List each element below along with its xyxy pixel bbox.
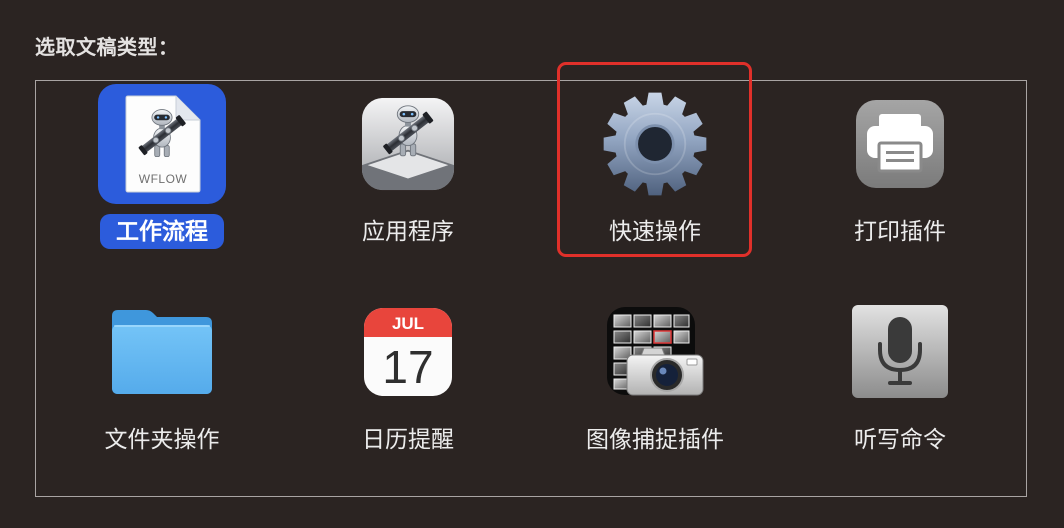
document-type-print-plugin[interactable]: 打印插件	[800, 84, 1000, 254]
workflow-document-icon[interactable]: WFLOW	[98, 84, 226, 204]
document-type-application[interactable]: 应用程序	[308, 84, 508, 254]
workflow-document-graphic: WFLOW	[125, 95, 201, 193]
document-type-quick-action[interactable]: 快速操作	[555, 84, 755, 254]
image-capture-camera-icon[interactable]	[591, 292, 719, 412]
folder-graphic	[112, 310, 212, 394]
automator-app-graphic	[361, 97, 455, 191]
calendar-graphic: JUL 17	[364, 308, 452, 396]
document-type-label-dictation-command[interactable]: 听写命令	[838, 422, 962, 457]
document-type-label-print-plugin[interactable]: 打印插件	[838, 214, 962, 249]
document-type-image-capture-plugin[interactable]: 图像捕捉插件	[555, 292, 755, 462]
document-type-label-application[interactable]: 应用程序	[346, 214, 470, 249]
document-type-label-image-capture-plugin[interactable]: 图像捕捉插件	[570, 422, 740, 457]
dialog-title: 选取文稿类型：	[35, 37, 179, 59]
calendar-icon[interactable]: JUL 17	[344, 292, 472, 412]
document-type-workflow[interactable]: WFLOW 工作流程	[62, 84, 262, 254]
gear-icon[interactable]	[591, 84, 719, 204]
image-capture-graphic	[607, 307, 704, 396]
document-type-label-calendar-alarm[interactable]: 日历提醒	[346, 422, 470, 457]
microphone-graphic	[852, 305, 948, 398]
automator-robot-icon[interactable]	[344, 84, 472, 204]
gear-graphic	[600, 89, 710, 199]
printer-icon[interactable]	[836, 84, 964, 204]
document-type-label-quick-action[interactable]: 快速操作	[593, 214, 717, 249]
calendar-day-text: 17	[382, 341, 433, 393]
printer-graphic	[856, 100, 944, 188]
document-type-dictation-command[interactable]: 听写命令	[800, 292, 1000, 462]
calendar-month-text: JUL	[392, 314, 424, 333]
folder-icon[interactable]	[98, 292, 226, 412]
document-type-folder-action[interactable]: 文件夹操作	[62, 292, 262, 462]
document-type-label-workflow[interactable]: 工作流程	[100, 214, 224, 249]
document-type-calendar-alarm[interactable]: JUL 17 日历提醒	[308, 292, 508, 462]
wflow-badge-text: WFLOW	[139, 172, 188, 186]
microphone-icon[interactable]	[836, 292, 964, 412]
document-type-label-folder-action[interactable]: 文件夹操作	[89, 422, 236, 457]
